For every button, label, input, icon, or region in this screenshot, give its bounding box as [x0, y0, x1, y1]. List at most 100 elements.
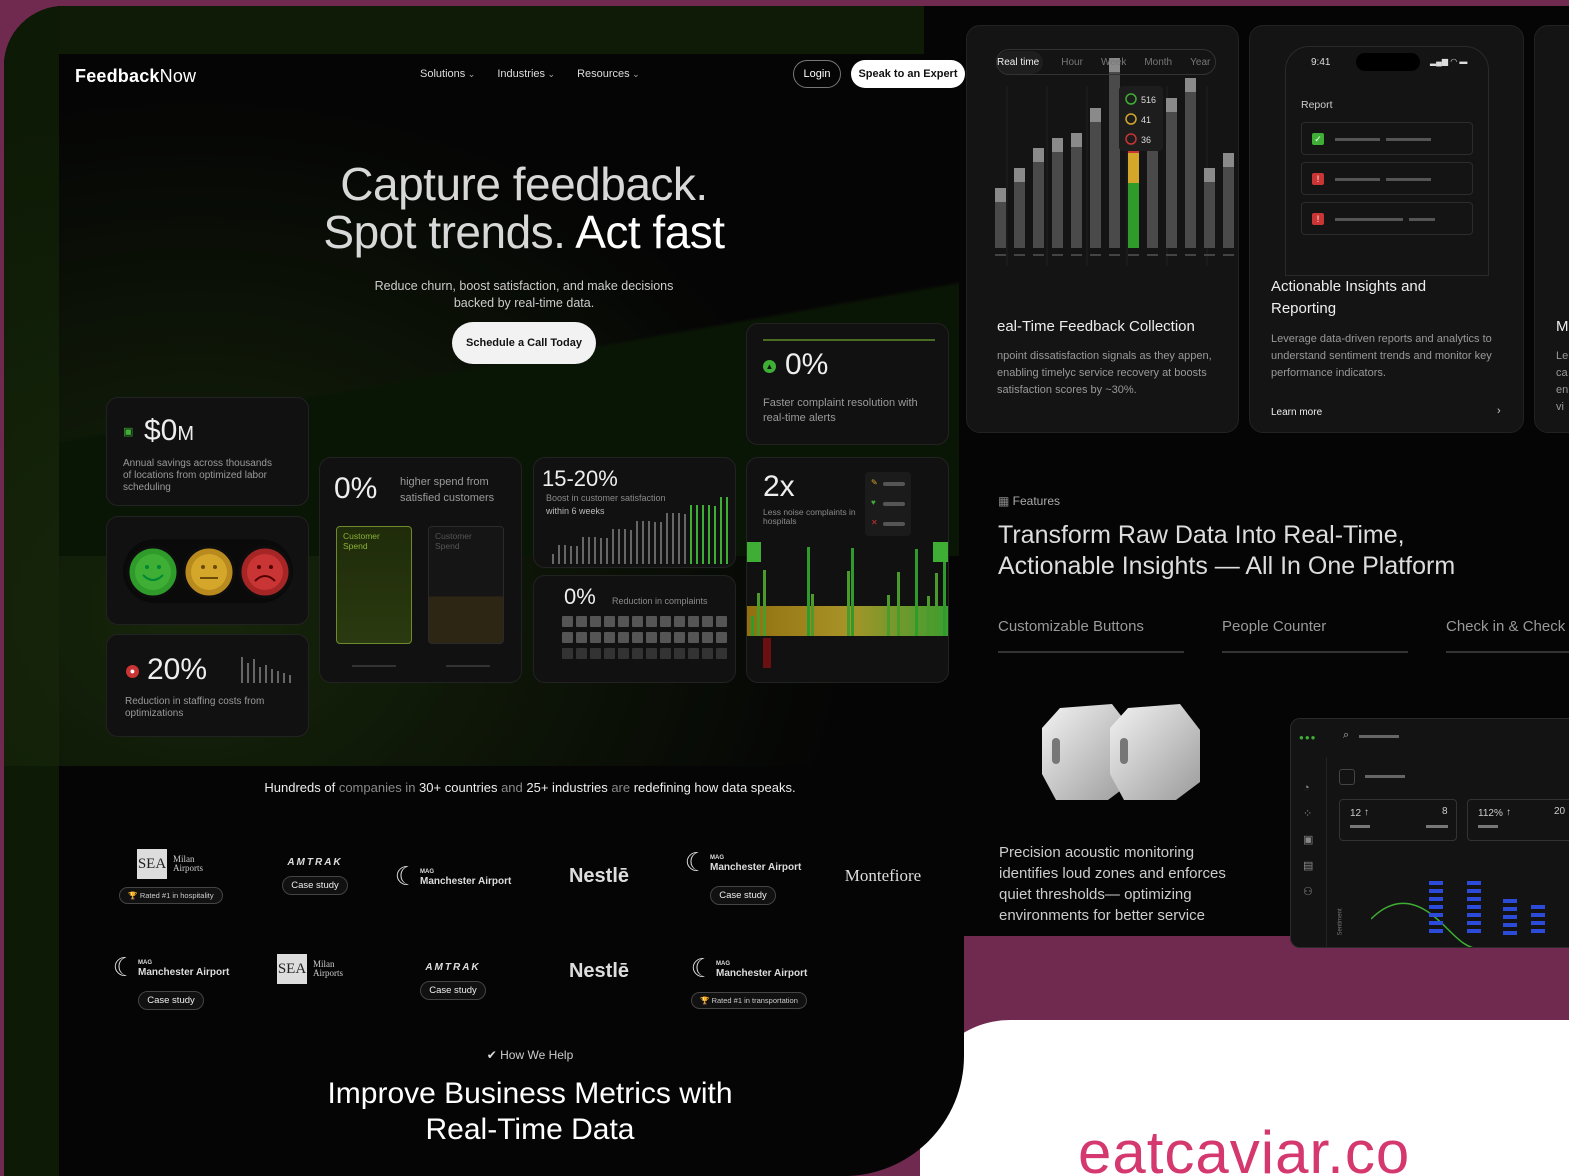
spend-bar-satisfied: Customer Spend [336, 526, 412, 644]
how-we-help-tag: ✔ How We Help [486, 1048, 574, 1062]
boost-bar [642, 521, 644, 564]
sidebar-icons[interactable]: ◔ ⁘ ▣ ▤ ⚇ [1303, 775, 1326, 905]
time-range-tabs[interactable]: Real time Hour Week Month Year [996, 49, 1216, 75]
alert-icon: ! [1312, 173, 1324, 185]
dashboard-sidebar: ◔ ⁘ ▣ ▤ ⚇ [1291, 757, 1327, 947]
complaint-cell [576, 648, 587, 659]
case-study-button[interactable]: Case study [420, 981, 486, 1000]
noise-level-chart [747, 542, 948, 668]
complaints-grid [562, 616, 727, 659]
brand-logo[interactable]: FeedbackNow [75, 66, 196, 87]
boost-bar [690, 505, 692, 564]
boost-bar [696, 505, 698, 564]
acoustic-desc: Precision acoustic monitoring identifies… [999, 844, 1226, 924]
boost-bar [612, 529, 614, 564]
complaints-card: 0% Reduction in complaints [533, 575, 736, 683]
metric-box: 12 ↑ 8 [1339, 799, 1457, 841]
logo-manchester[interactable]: ☾ MAG Manchester Airport Case study [678, 830, 808, 922]
complaint-cell [562, 616, 573, 627]
report-row: ! [1301, 202, 1473, 235]
rtf-desc: npoint dissatisfaction signals as they a… [997, 350, 1212, 396]
tab-people-counter[interactable]: People Counter [1222, 618, 1408, 653]
complaint-cell [716, 632, 727, 643]
boost-bar [570, 546, 572, 564]
learn-more-link[interactable]: Learn more [1271, 407, 1322, 418]
logo-sea[interactable]: SEA Milan Airports [246, 935, 376, 1027]
boost-bar [672, 513, 674, 564]
tab-year[interactable]: Year [1190, 57, 1210, 68]
legend-neutral: 41 [1141, 115, 1151, 125]
realtime-bar-good [1128, 183, 1139, 248]
rated-badge-transportation: 🏆 Rated #1 in transportation [691, 992, 807, 1009]
complaint-cell [660, 648, 671, 659]
noise-spike [807, 547, 810, 636]
nav-solutions[interactable]: Solutions [420, 68, 475, 80]
chevron-right-icon[interactable]: › [1497, 405, 1501, 417]
case-study-button[interactable]: Case study [138, 991, 204, 1010]
realtime-bar-tick [1109, 254, 1120, 256]
boost-bar [666, 513, 668, 564]
realtime-bar-tick [1223, 254, 1234, 256]
report-row: ✓ [1301, 122, 1473, 155]
boost-bar [552, 554, 554, 564]
case-study-button[interactable]: Case study [710, 886, 776, 905]
realtime-bar-tick [1204, 254, 1215, 256]
boost-bar [720, 497, 722, 564]
tab-week[interactable]: Week [1101, 57, 1126, 68]
noise-spike [933, 542, 948, 562]
complaint-cell [716, 648, 727, 659]
schedule-call-button[interactable]: Schedule a Call Today [452, 322, 596, 364]
noise-spike [897, 572, 900, 636]
tab-month[interactable]: Month [1144, 57, 1172, 68]
complaint-cell [632, 648, 643, 659]
logo-sea[interactable]: SEA Milan Airports 🏆 Rated #1 in hospita… [106, 830, 236, 922]
complaint-cell [646, 632, 657, 643]
boost-bar [564, 545, 566, 564]
tab-realtime[interactable]: Real time [997, 50, 1044, 74]
case-study-button[interactable]: Case study [282, 876, 348, 895]
noise-spike [887, 595, 890, 636]
complaint-cell [660, 632, 671, 643]
boost-value: 15-20% [542, 466, 618, 491]
login-button[interactable]: Login [793, 60, 841, 88]
calendar-icon: ▣ [123, 426, 134, 438]
tab-customizable-buttons[interactable]: Customizable Buttons [998, 618, 1184, 653]
logo-manchester[interactable]: ☾ MAG Manchester Airport [388, 830, 518, 922]
feature-tabs[interactable]: Customizable Buttons People Counter Chec… [998, 618, 1569, 653]
realtime-bar-tick [1185, 254, 1196, 256]
complaint-cell [674, 648, 685, 659]
realtime-bar-tick [1033, 254, 1044, 256]
realtime-bar-top [1090, 108, 1101, 122]
logo-nestle[interactable]: Nestlē [534, 935, 664, 1027]
card-desc-fragment: Le ca en vi [1556, 350, 1569, 413]
rtf-title: eal-Time Feedback Collection [997, 318, 1195, 335]
staffing-desc: Reduction in staffing costs from optimiz… [125, 696, 265, 719]
logo-manchester[interactable]: ☾ MAG Manchester Airport 🏆 Rated #1 in tra… [674, 935, 824, 1027]
location-icon [1339, 769, 1355, 785]
speak-to-expert-button[interactable]: Speak to an Expert [851, 60, 965, 88]
complaint-cell [674, 632, 685, 643]
complaint-cell [604, 632, 615, 643]
grid-icon: ▦ [998, 494, 1013, 508]
logo-manchester[interactable]: ☾ MAG Manchester Airport Case study [106, 935, 236, 1027]
logo-montefiore[interactable]: Montefiore [818, 830, 948, 922]
complaints-value: 0% [564, 584, 596, 609]
logo-amtrak[interactable]: AMTRAK Case study [388, 935, 518, 1027]
phone-time: 9:41 [1311, 57, 1331, 68]
logo-amtrak[interactable]: AMTRAK Case study [250, 830, 380, 922]
search-icon[interactable]: ⌕ [1343, 729, 1349, 742]
tab-hour[interactable]: Hour [1061, 57, 1083, 68]
third-feature-card: M Le ca en vi [1534, 25, 1569, 433]
savings-desc: Annual savings across thousands of locat… [123, 458, 272, 493]
complaint-cell [632, 616, 643, 627]
nav-industries[interactable]: Industries [497, 68, 555, 80]
nav-resources[interactable]: Resources [577, 68, 640, 80]
tab-checkin-checkout[interactable]: Check in & Check out [1446, 618, 1569, 653]
noise-spike [751, 616, 754, 636]
complaint-cell [576, 616, 587, 627]
logo-nestle[interactable]: Nestlē [534, 830, 664, 922]
spend-bar-other: Customer Spend [428, 526, 504, 644]
insights-title: Actionable Insights and Reporting [1271, 278, 1427, 317]
noise-spike [851, 548, 854, 636]
complaint-cell [660, 616, 671, 627]
